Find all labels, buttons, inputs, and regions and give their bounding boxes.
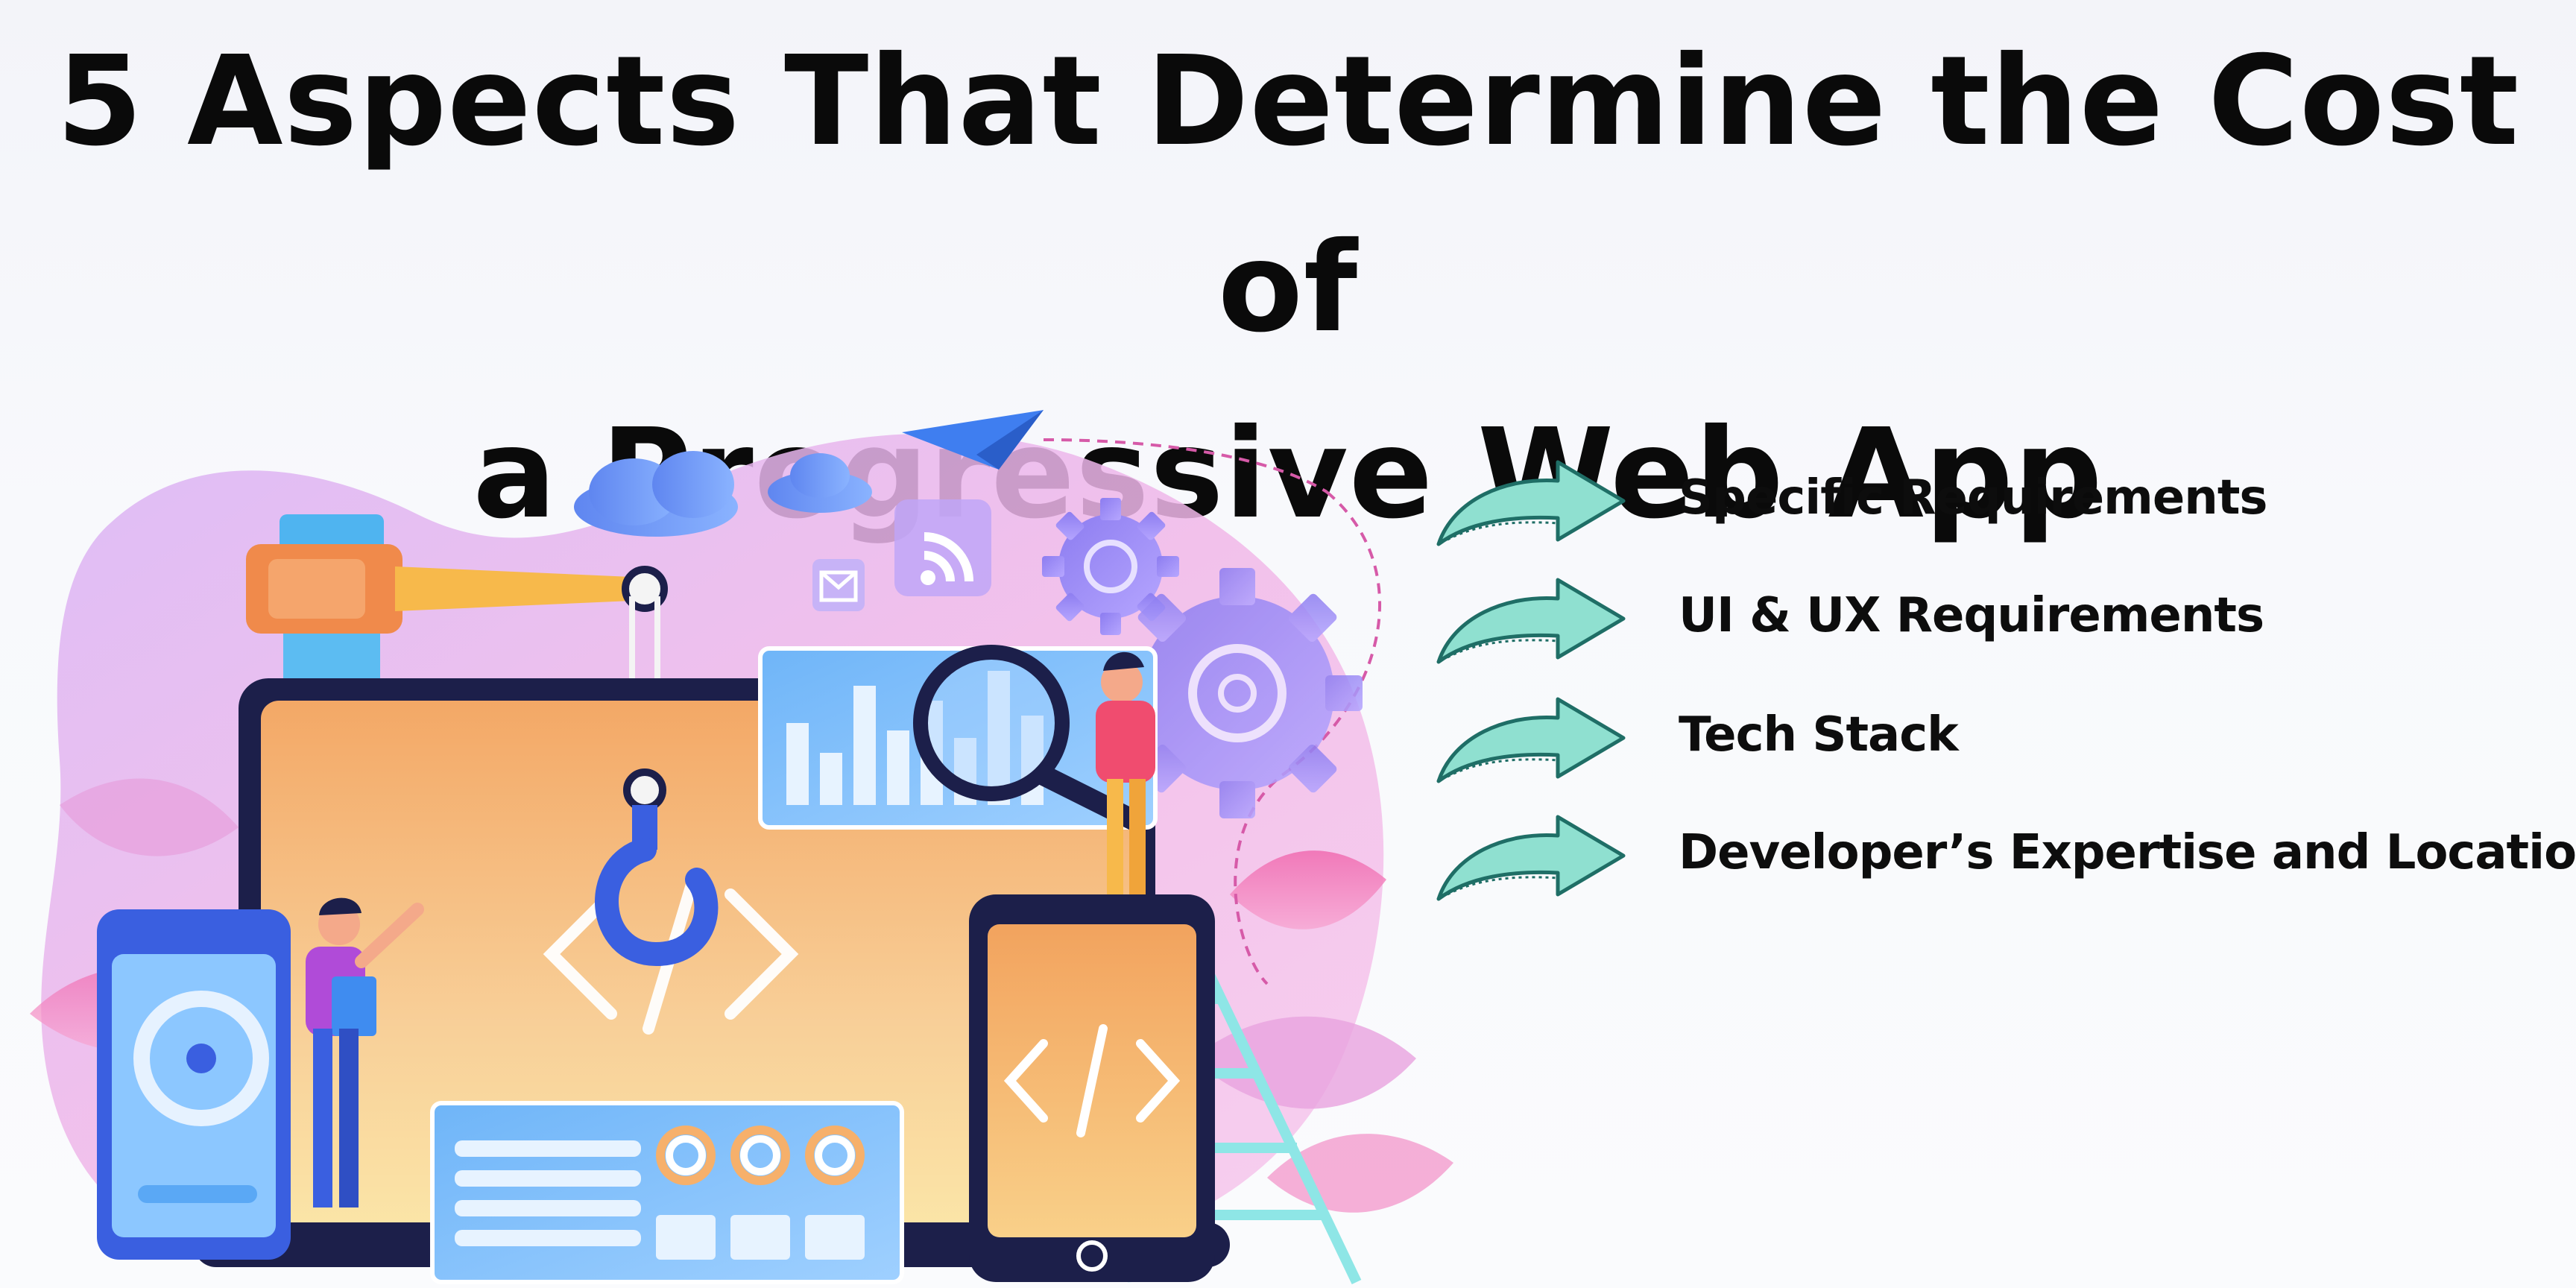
- curved-arrow-icon: [1436, 460, 1626, 546]
- aspect-item: Specific Requirements: [1431, 447, 2572, 552]
- infographic-page: 5 Aspects That Determine the Cost of a P…: [0, 0, 2576, 1288]
- curved-arrow-icon: [1436, 815, 1626, 901]
- aspect-label: Tech Stack: [1679, 707, 1959, 763]
- aspect-label: Specific Requirements: [1679, 470, 2267, 525]
- web-development-illustration: [30, 410, 1453, 1285]
- aspect-label: Developer’s Expertise and Location: [1679, 825, 2576, 880]
- title-line-1: 5 Aspects That Determine the Cost of: [56, 30, 2520, 360]
- curved-arrow-icon: [1436, 578, 1626, 664]
- aspect-label: UI & UX Requirements: [1679, 588, 2264, 643]
- aspect-item: Developer’s Expertise and Location: [1431, 802, 2576, 906]
- aspect-item: Tech Stack: [1431, 684, 2572, 789]
- aspect-item: UI & UX Requirements: [1431, 565, 2572, 669]
- curved-arrow-icon: [1436, 697, 1626, 783]
